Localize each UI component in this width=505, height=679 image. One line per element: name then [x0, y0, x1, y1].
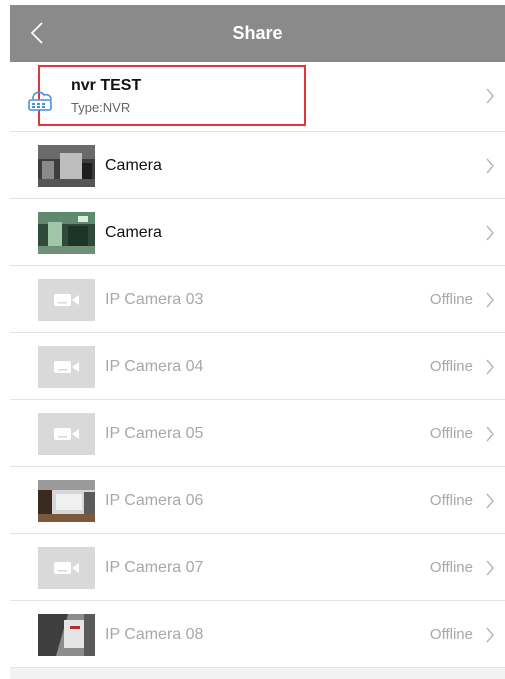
- video-camera-icon: [53, 294, 79, 306]
- chevron-right-icon: [486, 627, 494, 643]
- channel-row[interactable]: IP Camera 07 Offline: [10, 534, 505, 601]
- camera-placeholder: [38, 547, 95, 589]
- nvr-device-row[interactable]: nvr TEST Type:NVR: [10, 62, 505, 132]
- status-label: Offline: [429, 626, 473, 643]
- chevron-right-icon: [486, 560, 494, 576]
- video-camera-icon: [53, 562, 79, 574]
- status-label: Offline: [429, 559, 473, 576]
- app-frame: Share nvr TEST Type:NVR Camera Camera IP…: [10, 5, 505, 679]
- channel-name: Camera: [105, 157, 162, 174]
- list-footer: [10, 668, 505, 679]
- channel-name: IP Camera 03: [105, 291, 204, 308]
- nvr-text-block: nvr TEST Type:NVR: [71, 76, 141, 116]
- channel-name: IP Camera 07: [105, 559, 204, 576]
- cloud-nvr-icon: [28, 91, 52, 111]
- chevron-left-icon: [30, 22, 43, 44]
- device-list: nvr TEST Type:NVR Camera Camera IP Camer…: [10, 62, 505, 668]
- channel-row[interactable]: IP Camera 05 Offline: [10, 400, 505, 467]
- snapshot-thumbnail: [38, 145, 95, 187]
- video-camera-icon: [53, 361, 79, 373]
- page-title: Share: [232, 23, 283, 43]
- snapshot-thumbnail: [38, 480, 95, 522]
- chevron-right-icon: [486, 158, 494, 174]
- channel-name: IP Camera 06: [105, 492, 204, 509]
- channel-row[interactable]: Camera: [10, 199, 505, 266]
- nvr-name: nvr TEST: [71, 77, 142, 94]
- chevron-right-icon: [486, 292, 494, 308]
- chevron-right-icon: [486, 493, 494, 509]
- camera-placeholder: [38, 346, 95, 388]
- status-label: Offline: [429, 358, 473, 375]
- chevron-right-icon: [486, 225, 494, 241]
- nvr-type: Type:NVR: [71, 100, 131, 115]
- channel-name: IP Camera 05: [105, 425, 204, 442]
- channel-row[interactable]: Camera: [10, 132, 505, 199]
- camera-placeholder: [38, 279, 95, 321]
- channel-row[interactable]: IP Camera 08 Offline: [10, 601, 505, 668]
- snapshot-thumbnail: [38, 614, 95, 656]
- snapshot-thumbnail: [38, 212, 95, 254]
- channel-row[interactable]: IP Camera 04 Offline: [10, 333, 505, 400]
- camera-placeholder: [38, 413, 95, 455]
- channel-row[interactable]: IP Camera 03 Offline: [10, 266, 505, 333]
- status-label: Offline: [429, 291, 473, 308]
- back-button[interactable]: [22, 15, 52, 51]
- channel-row[interactable]: IP Camera 06 Offline: [10, 467, 505, 534]
- chevron-right-icon: [486, 88, 494, 104]
- channel-name: IP Camera 04: [105, 358, 204, 375]
- nav-header: Share: [10, 5, 505, 62]
- status-label: Offline: [429, 425, 473, 442]
- status-label: Offline: [429, 492, 473, 509]
- channel-name: IP Camera 08: [105, 626, 204, 643]
- chevron-right-icon: [486, 359, 494, 375]
- channel-name: Camera: [105, 224, 162, 241]
- chevron-right-icon: [486, 426, 494, 442]
- video-camera-icon: [53, 428, 79, 440]
